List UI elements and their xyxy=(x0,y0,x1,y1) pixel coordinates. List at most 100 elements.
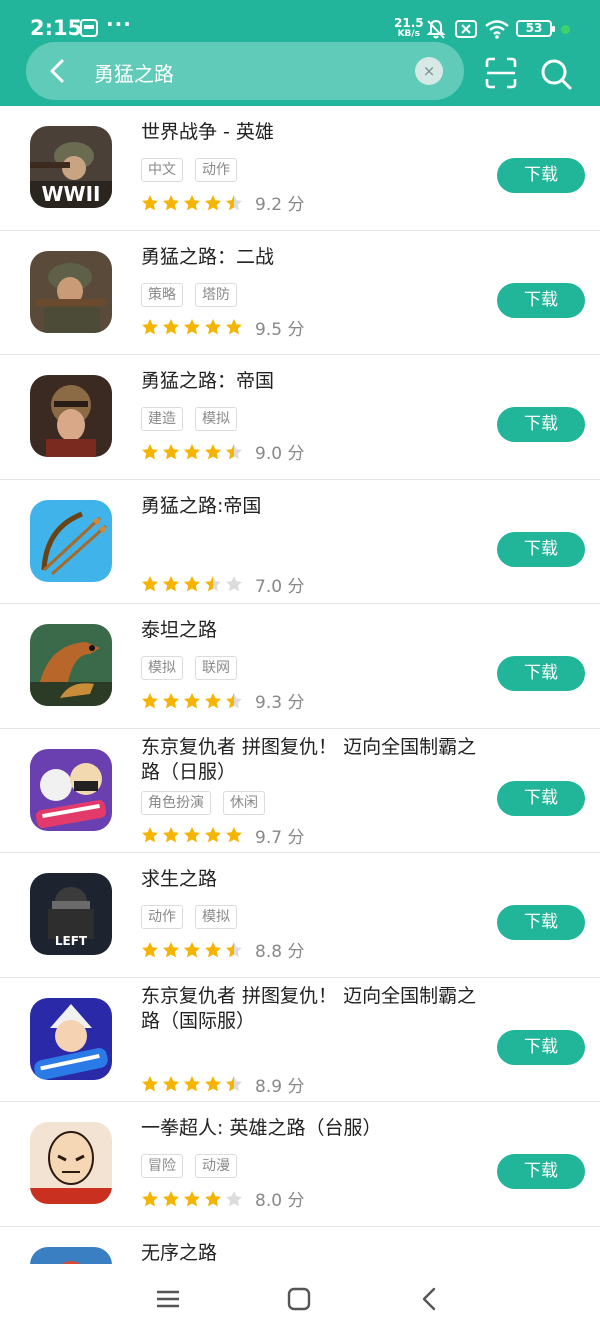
score: 9.0 分 xyxy=(255,444,305,464)
star-rating xyxy=(141,1190,243,1208)
bald-hero-icon[interactable] xyxy=(30,1122,112,1204)
list-item[interactable]: 勇猛之路：帝国 建造 模拟 9.0 分 下载 xyxy=(0,355,600,480)
tag-group: 动作 模拟 xyxy=(141,905,237,929)
star-full-icon xyxy=(184,194,200,210)
list-item[interactable]: LEFT 求生之路 动作 模拟 8.8 分 下载 xyxy=(0,853,600,978)
app-title[interactable]: 泰坦之路 xyxy=(141,618,481,643)
app-title[interactable]: 东京复仇者 拼图复仇！ 迈向全国制霸之路（日服） xyxy=(141,735,481,785)
search-results-list[interactable]: WWII 世界战争 - 英雄 中文 动作 9.2 分 下载 勇猛之路：二战 策略 xyxy=(0,106,600,1264)
status-time: 2:15 xyxy=(30,16,83,40)
score: 9.7 分 xyxy=(255,827,305,848)
rating: 7.0 分 xyxy=(141,572,304,597)
tag-group: 冒险 动漫 xyxy=(141,1154,237,1178)
app-title[interactable]: 世界战争 - 英雄 xyxy=(141,120,481,145)
star-full-icon xyxy=(163,443,179,459)
star-full-icon xyxy=(205,319,221,335)
download-button[interactable]: 下载 xyxy=(497,905,585,940)
star-full-icon xyxy=(142,827,158,843)
download-button[interactable]: 下载 xyxy=(497,158,585,193)
tag: 动漫 xyxy=(195,1154,237,1178)
tag-group: 建造 模拟 xyxy=(141,407,237,431)
rating: 8.8 分 xyxy=(141,937,304,962)
star-rating xyxy=(141,575,243,593)
star-half-icon xyxy=(226,443,242,459)
soldier-rifle-icon[interactable] xyxy=(30,250,112,333)
star-rating xyxy=(141,826,243,844)
download-button[interactable]: 下载 xyxy=(497,656,585,691)
search-input[interactable]: 勇猛之路 xyxy=(94,58,174,87)
app-title[interactable]: 一拳超人: 英雄之路（台服） xyxy=(141,1116,481,1141)
app-title[interactable]: 勇猛之路：帝国 xyxy=(141,369,481,394)
star-empty-icon xyxy=(226,576,242,592)
scan-icon[interactable] xyxy=(484,56,518,90)
download-button[interactable]: 下载 xyxy=(497,407,585,442)
net-speed-unit: KB/s xyxy=(397,29,421,39)
rating: 9.2 分 xyxy=(141,190,304,215)
star-full-icon xyxy=(184,692,200,708)
app-title[interactable]: 勇猛之路：二战 xyxy=(141,245,481,270)
tag: 模拟 xyxy=(141,656,183,680)
home-icon[interactable] xyxy=(284,1284,314,1314)
soldier-wwii-icon[interactable]: WWII xyxy=(30,126,112,208)
star-full-icon xyxy=(184,443,200,459)
app-notification-icon xyxy=(80,19,98,37)
menu-icon[interactable] xyxy=(153,1284,183,1314)
list-item[interactable]: 勇猛之路:帝国 7.0 分 下载 xyxy=(0,480,600,604)
new-event-anime-icon[interactable] xyxy=(30,997,112,1080)
list-item[interactable]: 泰坦之路 模拟 联网 9.3 分 下载 xyxy=(0,604,600,729)
battery-icon: 53 xyxy=(516,20,555,37)
anime-characters-icon[interactable] xyxy=(30,748,112,831)
app-title[interactable]: 东京复仇者 拼图复仇！ 迈向全国制霸之路（国际服） xyxy=(141,984,481,1034)
clear-search-button[interactable]: × xyxy=(415,57,443,85)
star-full-icon xyxy=(163,319,179,335)
list-item[interactable]: 东京复仇者 拼图复仇！ 迈向全国制霸之路（国际服） 8.9 分 下载 xyxy=(0,978,600,1102)
app-title[interactable]: 求生之路 xyxy=(141,867,481,892)
star-full-icon xyxy=(142,443,158,459)
left-to-survive-icon[interactable]: LEFT xyxy=(30,873,112,955)
dinosaur-icon[interactable] xyxy=(30,624,112,706)
download-button[interactable]: 下载 xyxy=(497,780,585,816)
star-full-icon xyxy=(163,1190,179,1206)
tag-group: 角色扮演 休闲 xyxy=(141,790,265,815)
more-notifications-indicator: ··· xyxy=(106,12,132,36)
mute-bell-icon xyxy=(426,19,446,39)
net-speed-value: 21.5 xyxy=(394,16,424,30)
search-bar[interactable]: 勇猛之路 × xyxy=(26,42,464,100)
list-item[interactable]: 一拳超人: 英雄之路（台服） 冒险 动漫 8.0 分 下载 xyxy=(0,1102,600,1227)
list-item[interactable]: WWII 世界战争 - 英雄 中文 动作 9.2 分 下载 xyxy=(0,106,600,231)
star-rating xyxy=(141,194,243,212)
score: 8.0 分 xyxy=(255,1191,305,1211)
star-rating xyxy=(141,941,243,959)
bow-arrows-icon[interactable] xyxy=(30,499,112,582)
tag: 角色扮演 xyxy=(141,790,211,815)
download-button[interactable]: 下载 xyxy=(497,282,585,318)
star-full-icon xyxy=(184,827,200,843)
list-item[interactable]: 东京复仇者 拼图复仇！ 迈向全国制霸之路（日服） 角色扮演 休闲 9.7 分 下… xyxy=(0,729,600,853)
download-button[interactable]: 下载 xyxy=(497,1154,585,1189)
download-button[interactable]: 下载 xyxy=(497,531,585,567)
star-full-icon xyxy=(163,692,179,708)
download-button[interactable]: 下载 xyxy=(497,1029,585,1065)
star-rating xyxy=(141,692,243,710)
star-full-icon xyxy=(163,194,179,210)
rating: 8.0 分 xyxy=(141,1186,304,1211)
partial-app-icon[interactable] xyxy=(30,1246,112,1264)
star-empty-icon xyxy=(226,1190,242,1206)
list-item[interactable]: 勇猛之路：二战 策略 塔防 9.5 分 下载 xyxy=(0,231,600,355)
star-half-icon xyxy=(226,1076,242,1092)
score: 8.8 分 xyxy=(255,942,305,962)
score: 9.3 分 xyxy=(255,693,305,713)
system-nav-bar xyxy=(0,1264,600,1334)
tag: 联网 xyxy=(195,656,237,680)
wifi-icon xyxy=(485,20,509,39)
tag: 中文 xyxy=(141,158,183,182)
list-item[interactable]: 无序之路 xyxy=(0,1227,600,1265)
back-icon[interactable] xyxy=(415,1284,445,1314)
back-icon[interactable] xyxy=(42,55,74,87)
star-rating xyxy=(141,443,243,461)
app-title[interactable]: 勇猛之路:帝国 xyxy=(141,494,481,519)
star-half-icon xyxy=(226,941,242,957)
search-icon[interactable] xyxy=(538,56,574,92)
app-title[interactable]: 无序之路 xyxy=(141,1241,481,1265)
warrior-helmet-icon[interactable] xyxy=(30,375,112,457)
